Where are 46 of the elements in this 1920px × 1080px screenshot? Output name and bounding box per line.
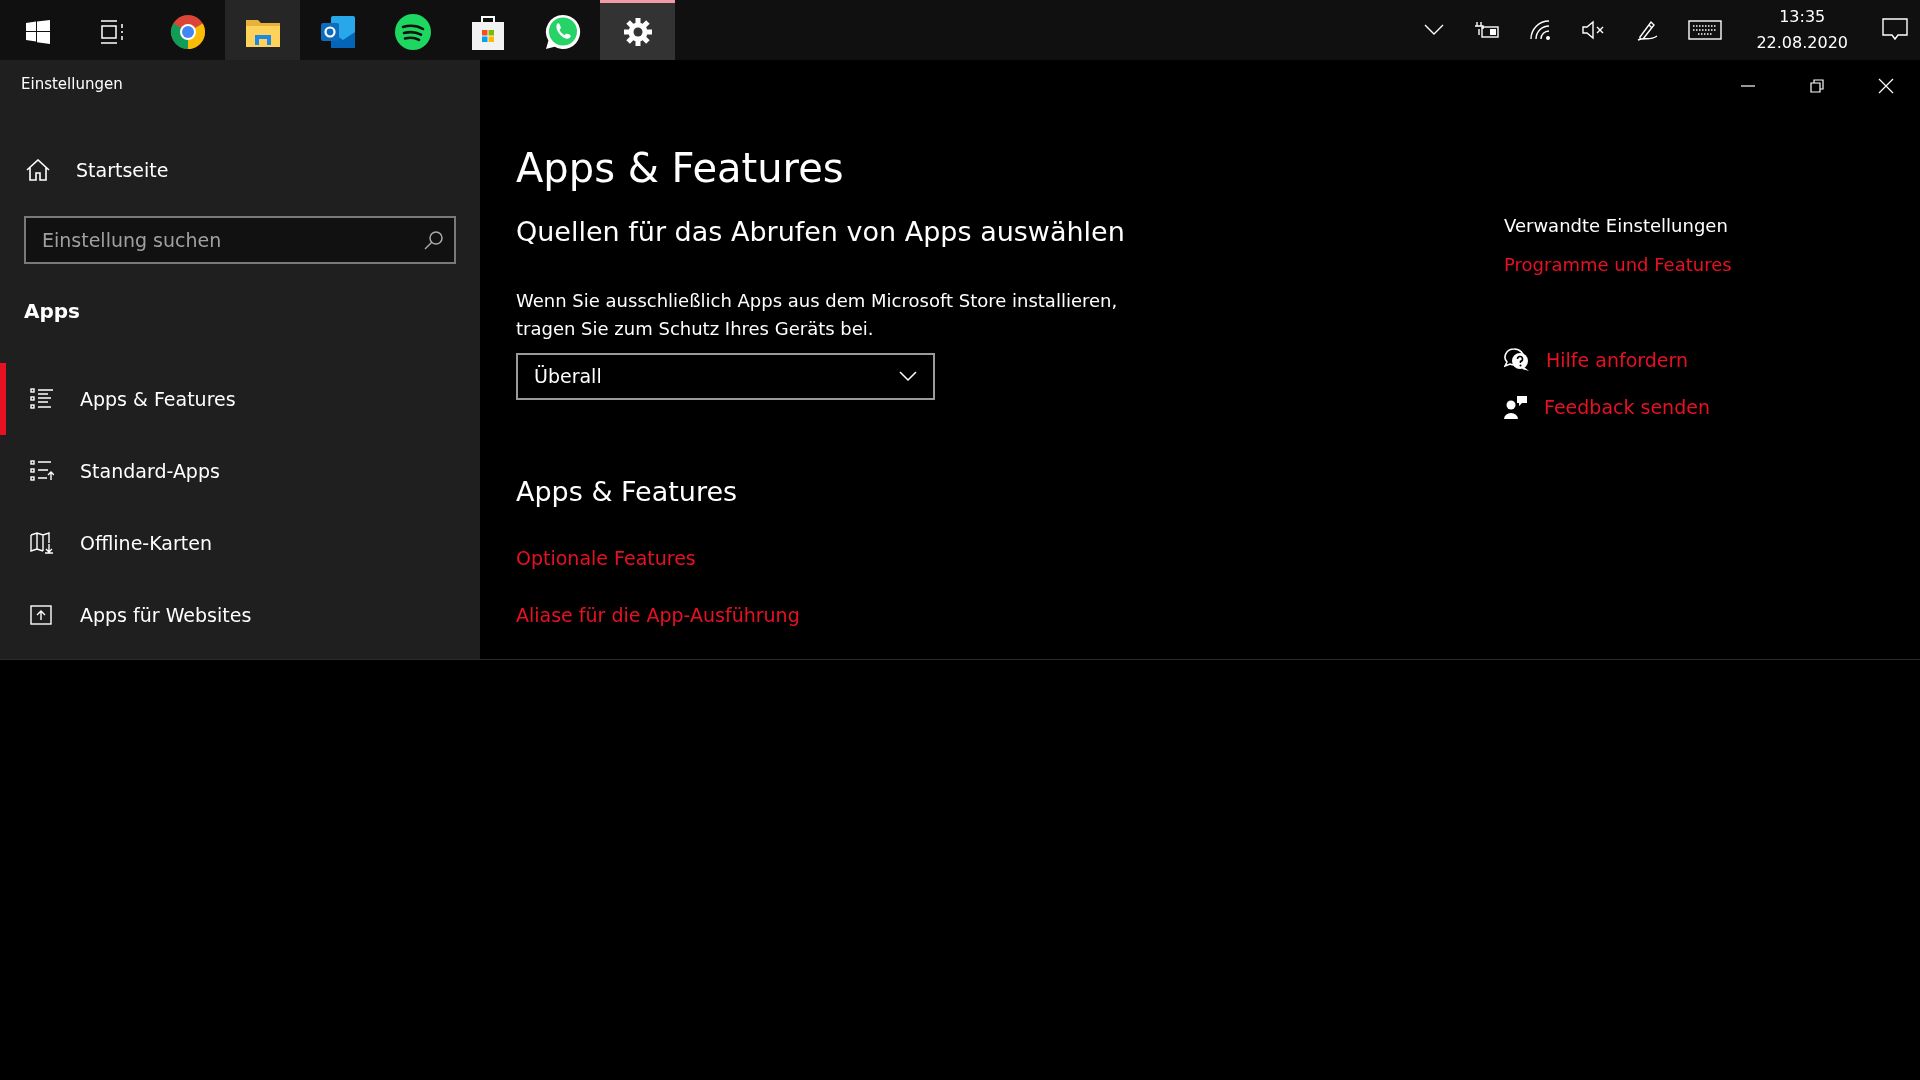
chat-question-icon <box>1504 348 1530 373</box>
link[interactable]: Feedback senden <box>1544 392 1710 421</box>
link[interactable]: Optionale Features <box>516 544 696 573</box>
section-heading: Apps <box>24 298 81 325</box>
list-icon <box>30 388 54 410</box>
chevron-down-icon <box>899 371 917 381</box>
browser-icon <box>169 13 206 50</box>
nav-item[interactable]: Offline-Karten <box>0 507 480 579</box>
battery-icon[interactable] <box>1474 21 1501 39</box>
person-speech-icon <box>1504 394 1528 419</box>
keyboard-icon[interactable] <box>1688 20 1723 40</box>
clock[interactable]: 13:35 22.08.2020 <box>1752 4 1852 56</box>
section-title: Apps & Features <box>516 474 739 509</box>
window-title: Einstellungen <box>21 74 124 95</box>
section-title: Quellen für das Abrufen von Apps auswählen <box>516 215 1126 249</box>
minimize-icon <box>1739 85 1756 87</box>
notification-icon[interactable] <box>1882 18 1908 42</box>
gear-icon <box>623 17 652 46</box>
related-heading: Verwandte Einstellungen <box>1504 214 1729 238</box>
map-icon <box>30 532 54 554</box>
search-icon <box>424 230 444 250</box>
restore-icon <box>1808 78 1825 94</box>
search-field[interactable]: Einstellung suchen <box>24 216 456 264</box>
nav-item[interactable]: Apps & Features <box>0 363 480 435</box>
chat-app-icon <box>544 13 581 50</box>
home-link[interactable]: Startseite <box>26 155 169 184</box>
mail-app-icon <box>318 13 357 50</box>
link[interactable]: Hilfe anfordern <box>1546 346 1688 375</box>
source-dropdown[interactable]: Überall <box>516 352 935 400</box>
nav-item[interactable]: Apps für Websites <box>0 579 480 651</box>
music-app-icon <box>394 13 431 50</box>
taskbar-button[interactable] <box>600 0 675 60</box>
link[interactable]: Aliase für die App-Ausführung <box>516 600 800 629</box>
page-title: Apps & Features <box>516 144 845 192</box>
wifi-icon[interactable] <box>1530 20 1553 40</box>
home-icon <box>26 158 50 181</box>
link[interactable]: Programme und Features <box>1504 251 1732 278</box>
windows-logo-icon <box>25 19 50 44</box>
list-arrow-icon <box>30 460 54 482</box>
nav-item[interactable]: Standard-Apps <box>0 435 480 507</box>
taskbar-button[interactable] <box>225 0 300 60</box>
upload-window-icon <box>30 604 54 626</box>
description: Wenn Sie ausschließlich Apps aus dem Microsoft Store installieren, tragen Sie zum Schutz Ihres Geräts bei. <box>516 288 1119 341</box>
pen-icon[interactable] <box>1636 19 1659 41</box>
task-view-icon <box>99 19 126 44</box>
close-icon <box>1877 78 1894 94</box>
